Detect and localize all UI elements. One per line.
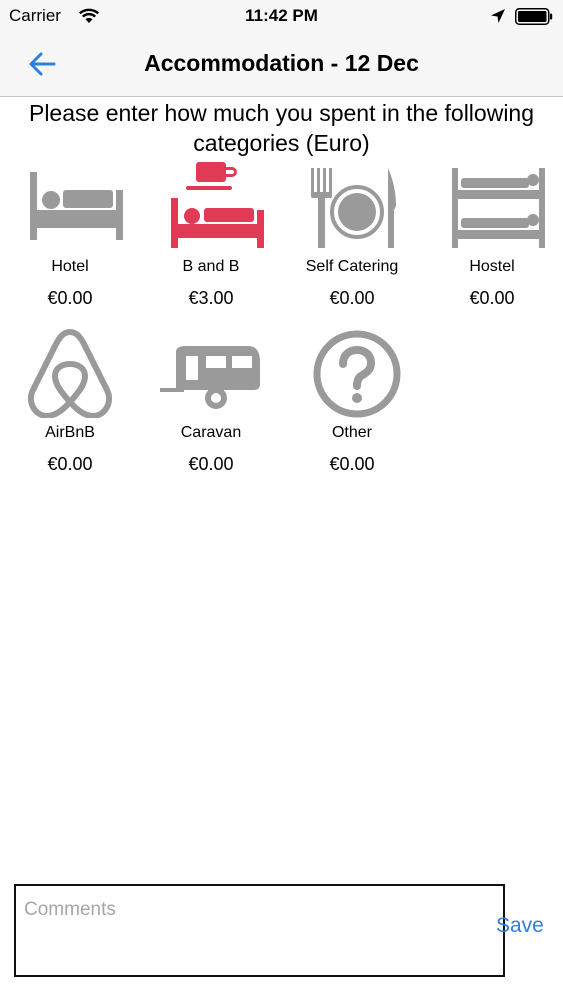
category-amount: €0.00 xyxy=(47,454,93,474)
category-label: Hostel xyxy=(469,258,515,275)
caravan-icon xyxy=(160,346,260,409)
category-amount: €0.00 xyxy=(188,454,234,474)
category-label: B and B xyxy=(182,258,240,275)
category-label: Caravan xyxy=(180,424,242,441)
battery-icon xyxy=(515,8,553,25)
category-amount: €0.00 xyxy=(329,288,375,308)
category-hostel[interactable]: Hostel €0.00 xyxy=(427,160,557,308)
category-amount: €0.00 xyxy=(469,288,515,308)
category-amount: €3.00 xyxy=(188,288,234,308)
category-self-catering[interactable]: Self Catering €0.00 xyxy=(287,160,417,308)
page-title: Accommodation - 12 Dec xyxy=(144,50,419,76)
category-label: Self Catering xyxy=(305,258,399,275)
bed-and-breakfast-icon xyxy=(171,162,264,248)
question-mark-icon xyxy=(313,330,401,418)
category-hotel[interactable]: Hotel €0.00 xyxy=(5,160,135,308)
instructions-text: Please enter how much you spent in the f… xyxy=(28,100,535,156)
category-caravan[interactable]: Caravan €0.00 xyxy=(146,326,276,474)
category-label: Hotel xyxy=(51,258,89,275)
category-amount: €0.00 xyxy=(329,454,375,474)
save-button[interactable]: Save xyxy=(496,914,544,938)
status-time: 11:42 PM xyxy=(245,6,318,25)
comments-field[interactable] xyxy=(14,884,505,977)
bed-icon xyxy=(30,172,123,240)
category-amount: €0.00 xyxy=(47,288,93,308)
fork-plate-knife-icon xyxy=(311,168,396,248)
category-other[interactable]: Other €0.00 xyxy=(287,326,417,474)
navigation-bar: Accommodation - 12 Dec xyxy=(0,32,563,97)
category-airbnb[interactable]: AirBnB €0.00 xyxy=(5,326,135,474)
bunk-bed-icon xyxy=(452,168,545,248)
status-bar: Carrier 11:42 PM xyxy=(0,0,563,32)
category-label: AirBnB xyxy=(45,424,95,441)
location-arrow-icon xyxy=(491,9,505,23)
airbnb-logo-icon xyxy=(27,329,113,418)
category-b-and-b[interactable]: B and B €3.00 xyxy=(146,160,276,308)
category-label: Other xyxy=(331,424,372,441)
